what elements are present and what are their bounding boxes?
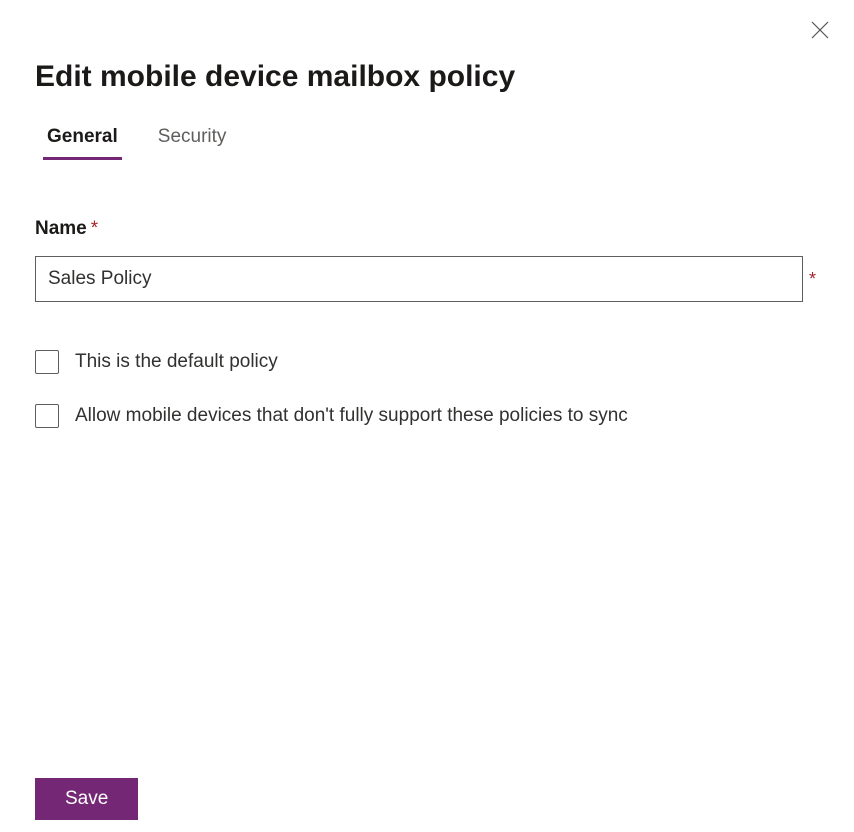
required-aside: *: [809, 269, 819, 290]
default-policy-row: This is the default policy: [35, 350, 819, 374]
default-policy-label[interactable]: This is the default policy: [75, 351, 278, 373]
tab-security[interactable]: Security: [158, 126, 227, 158]
name-label-text: Name: [35, 218, 87, 239]
allow-sync-label[interactable]: Allow mobile devices that don't fully su…: [75, 405, 628, 427]
required-indicator: *: [91, 218, 98, 239]
allow-sync-row: Allow mobile devices that don't fully su…: [35, 404, 819, 428]
footer: Save: [35, 778, 138, 820]
name-field-group: Name* *: [35, 218, 819, 302]
close-button[interactable]: [808, 18, 832, 42]
page-title: Edit mobile device mailbox policy: [35, 60, 819, 94]
allow-sync-checkbox[interactable]: [35, 404, 59, 428]
name-input[interactable]: [35, 256, 803, 302]
name-label: Name*: [35, 218, 98, 240]
name-input-row: *: [35, 256, 819, 302]
save-button[interactable]: Save: [35, 778, 138, 820]
tab-general[interactable]: General: [47, 126, 118, 158]
default-policy-checkbox[interactable]: [35, 350, 59, 374]
close-icon: [811, 21, 829, 39]
tab-bar: General Security: [35, 126, 819, 158]
